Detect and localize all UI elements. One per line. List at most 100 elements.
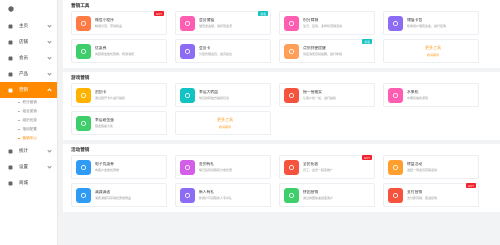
- tool-text: 满减满送 消费满额可获得优惠或赠品: [95, 190, 131, 201]
- store-icon: [8, 181, 13, 186]
- tool-name: 幸运大转盘: [199, 89, 218, 94]
- tool-grid: 微信小程序 精准引流，带动新品 HOT 会员储值 储值送金额，收获现金流 新版 积分商城 生日…: [71, 11, 492, 63]
- sidebar-item-0[interactable]: 主页: [0, 18, 57, 34]
- sidebar-item-label: 营销: [19, 87, 28, 92]
- section-0: 营销工具 微信小程序 精准引流，带动新品 HOT 会员储值 储值送金额，收获现金流 新版 积分…: [63, 0, 500, 68]
- gear-icon: [8, 165, 13, 169]
- tool-desc: 向客户发放优惠券: [95, 168, 120, 173]
- tool-desc: 通过拼团快速裂变客户: [303, 196, 334, 201]
- tool-text: 摇一摇抽奖 让客户摇一摇，进行抽奖: [303, 90, 336, 101]
- tool-card[interactable]: 储值卡包 吸收用户储值资金，提升复购: [383, 11, 479, 35]
- tool-text: 点到到便提醒 到店消费自动提醒，提升体验: [303, 46, 342, 57]
- sidebar-item-4[interactable]: 营销: [0, 82, 57, 98]
- tool-name: 优惠券: [95, 45, 107, 50]
- tool-desc: 让客户摇一摇，进行抽奖: [303, 96, 337, 101]
- tool-card[interactable]: 点到到便提醒 到店消费自动提醒，提升体验 新版: [279, 39, 375, 63]
- tool-text: 刮刮卡 通过刮开卡片进行抽奖: [95, 90, 125, 101]
- discount-icon: [76, 187, 91, 203]
- tool-desc: 通过刮开卡片进行抽奖: [95, 96, 126, 101]
- brand-row: [0, 0, 57, 18]
- miniapp-icon: [76, 15, 91, 31]
- tool-card[interactable]: 水果机 水果机抽奖游戏: [383, 83, 479, 107]
- tool-card[interactable]: 拼团营销通过拼团快速裂变客户: [279, 183, 375, 207]
- group-icon: [284, 187, 299, 203]
- tool-name: 拼团营销: [303, 189, 319, 194]
- sidebar-bottom-item-1[interactable]: 设置: [0, 159, 57, 175]
- bullet-dot: [18, 128, 20, 131]
- share-icon: [284, 159, 299, 175]
- chevron-icon: [47, 39, 52, 44]
- user-icon: [8, 56, 13, 60]
- sidebar-item-3[interactable]: 产品: [0, 66, 57, 82]
- tool-card[interactable]: 会员卡 分层管理会员，提高粘性: [175, 39, 271, 63]
- chevron-icon: [47, 88, 52, 93]
- tool-card[interactable]: 幸运砸金蛋 砸金蛋赢大奖: [71, 111, 167, 135]
- tool-card[interactable]: 电子优惠券 向客户发放优惠券: [71, 155, 167, 179]
- tool-desc: 每日签到领取积分或优惠: [199, 168, 233, 173]
- tool-card[interactable]: 签到有礼 每日签到领取积分或优惠: [175, 155, 271, 179]
- sidebar: 主页 店铺会员产品营销 积分营销组合促销组织优惠指标配置 营销中心 统计 设置商城: [0, 0, 58, 245]
- section-1: 游戏营销刮刮卡 通过刮开卡片进行抽奖 幸运大转盘 常见的转盘式抽奖玩法 摇一摇抽奖 让客户…: [63, 72, 500, 140]
- coupon-icon: [76, 43, 91, 59]
- tool-desc: 吸收用户储值资金，提升复购: [407, 24, 447, 29]
- sidebar-subitem-2[interactable]: 组织优惠: [0, 116, 57, 125]
- tool-card[interactable]: 新人有礼 新用户可领取新人专享礼: [175, 183, 271, 207]
- tool-card[interactable]: 优惠券 向顾客发放优惠券，刺激消费: [71, 39, 167, 63]
- tool-text: 支付营销 支付即营销，促进复购: [407, 190, 437, 201]
- sidebar-subitem-0[interactable]: 积分营销: [0, 98, 57, 107]
- more-tools-card[interactable]: 更多工具 敬请期待: [383, 39, 479, 63]
- more-tools-sub: 敬请期待: [218, 124, 231, 129]
- tool-card[interactable]: 会员储值 储值送金额，收获现金流 新版: [175, 11, 271, 35]
- tool-text: 水果机 水果机抽奖游戏: [407, 90, 428, 101]
- tool-text: 转盘活动发起一场会员营销活动: [407, 162, 437, 173]
- home-icon: [8, 24, 13, 29]
- sidebar-bottom-item-2[interactable]: 商城: [0, 175, 57, 191]
- calendar-icon: [180, 159, 195, 175]
- ecoupon-icon: [76, 159, 91, 175]
- more-tools-label: 更多工具: [425, 45, 441, 51]
- tool-card[interactable]: 支付营销 支付即营销，促进复购 HOT: [383, 183, 479, 207]
- sidebar-subitem-label: 组织优惠: [22, 118, 37, 122]
- tool-desc: 新用户可领取新人专享礼: [199, 196, 233, 201]
- tool-text: 新人有礼 新用户可领取新人专享礼: [199, 190, 232, 201]
- sidebar-item-2[interactable]: 会员: [0, 50, 57, 66]
- sidebar-subitem-1[interactable]: 组合促销: [0, 107, 57, 116]
- tool-name: 转盘活动: [407, 161, 423, 166]
- more-tools-label: 更多工具: [217, 117, 233, 123]
- main-content: 营销工具 微信小程序 精准引流，带动新品 HOT 会员储值 储值送金额，收获现金流 新版 积分…: [63, 0, 500, 245]
- badge: HOT: [466, 183, 476, 188]
- sidebar-subitem-label: 积分营销: [22, 100, 37, 104]
- sidebar-bottom-item-0[interactable]: 统计: [0, 143, 57, 159]
- tool-card[interactable]: 幸运大转盘 常见的转盘式抽奖玩法: [175, 83, 271, 107]
- tool-card[interactable]: 积分商城 生日、签到、多样化营销活动: [279, 11, 375, 35]
- tool-grid: 电子优惠券 向客户发放优惠券 签到有礼 每日签到领取积分或优惠 全民拓客 员工、会员一起来…: [71, 155, 492, 207]
- more-tools-card[interactable]: 更多工具 敬请期待: [175, 111, 271, 135]
- tool-card[interactable]: 转盘活动发起一场会员营销活动: [383, 155, 479, 179]
- sidebar-item-label: 会员: [19, 55, 28, 60]
- sidebar-subitem-3[interactable]: 指标配置: [0, 125, 57, 134]
- tag-icon: [8, 88, 13, 92]
- sidebar-item-label: 商城: [19, 180, 28, 185]
- section-title: 游戏营销: [71, 75, 90, 80]
- tool-name: 积分商城: [303, 17, 319, 22]
- tool-card[interactable]: 满减满送 消费满额可获得优惠或赠品: [71, 183, 167, 207]
- tool-desc: 发起一场会员营销活动: [407, 168, 438, 173]
- shop-icon: [8, 40, 13, 44]
- tool-card[interactable]: 全民拓客 员工、会员一起来推广 HOT: [279, 155, 375, 179]
- tool-text: 拼团营销通过拼团快速裂变客户: [303, 190, 333, 201]
- egg-icon: [76, 115, 91, 131]
- tool-card[interactable]: 刮刮卡 通过刮开卡片进行抽奖: [71, 83, 167, 107]
- vip-icon: [180, 43, 195, 59]
- card-icon: [388, 15, 403, 31]
- tool-text: 优惠券 向顾客发放优惠券，刺激消费: [95, 46, 134, 57]
- sidebar-subitem-4[interactable]: 营销中心: [0, 134, 57, 143]
- badge: HOT: [154, 11, 164, 16]
- tool-name: 水果机: [407, 89, 419, 94]
- chevron-icon: [47, 71, 52, 76]
- tool-card[interactable]: 摇一摇抽奖 让客户摇一摇，进行抽奖: [279, 83, 375, 107]
- sidebar-item-1[interactable]: 店铺: [0, 34, 57, 50]
- tool-card[interactable]: 微信小程序 精准引流，带动新品 HOT: [71, 11, 167, 35]
- home-icon: [8, 24, 13, 28]
- tool-name: 微信小程序: [95, 17, 114, 22]
- bullet-dot: [18, 110, 20, 113]
